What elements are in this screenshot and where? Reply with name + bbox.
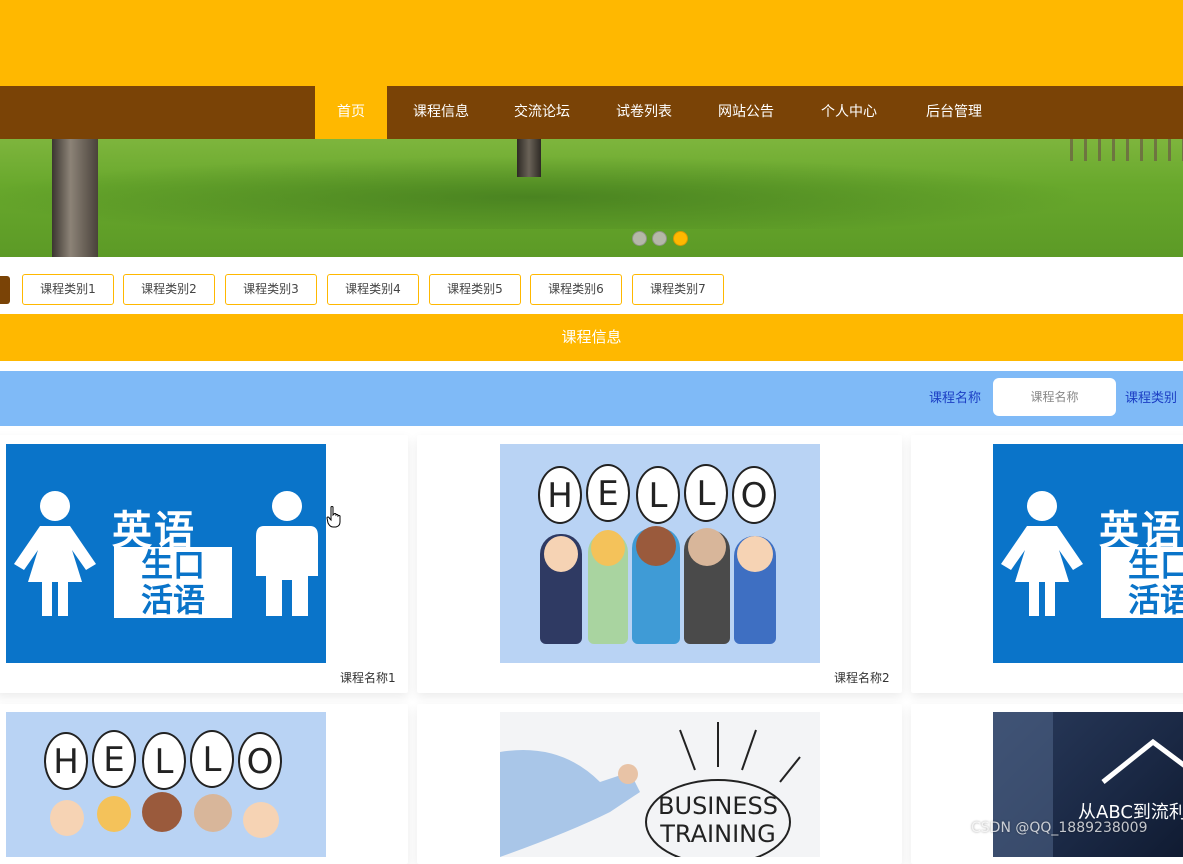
section-title: 课程信息 [0,314,1183,361]
training-text: TRAINING [659,820,775,848]
course-image-hello[interactable]: H E L L O [6,712,326,857]
course-title[interactable]: 课程名称2 [834,669,890,686]
course-card[interactable]: BUSINESS TRAINING [417,704,902,864]
course-card[interactable]: 从ABC到流利 [911,704,1183,864]
course-card[interactable]: 英语 生口 活语 [911,435,1183,693]
search-name-label: 课程名称 [929,391,982,406]
poster-text: 活语 [1101,582,1183,618]
hand-cursor-icon [326,506,341,528]
search-name-input[interactable] [993,378,1116,416]
nav-item-exams[interactable]: 试卷列表 [603,86,685,139]
kid-face [688,528,726,566]
course-card[interactable]: H E L L O [0,704,408,864]
watermark: CSDN @QQ_1889238009 [971,820,1148,836]
business-text: BUSINESS [658,792,778,820]
category-button[interactable]: 课程类别4 [327,274,419,305]
course-image-english[interactable]: 英语 生口 活语 [993,444,1183,663]
search-bar: 课程名称 课程类别 [0,371,1183,426]
category-all-button[interactable] [0,276,10,304]
woman-icon [14,491,96,616]
kid-face [544,536,578,572]
search-category-label: 课程类别 [1125,391,1178,406]
woman-icon [1001,491,1083,616]
nav-item-forum[interactable]: 交流论坛 [501,86,583,139]
kid-face [142,792,182,832]
banner-tree-trunk [517,139,541,177]
hello-letter: H [538,466,582,524]
hello-letter: E [92,730,136,788]
kid-face [97,796,131,832]
hello-letter: E [586,464,630,522]
kid-face [243,802,279,838]
kid-face [591,530,625,566]
category-button[interactable]: 课程类别2 [123,274,215,305]
category-button[interactable]: 课程类别5 [429,274,521,305]
poster-text: 活语 [114,582,232,618]
course-image-hello[interactable]: H E L L O [500,444,820,663]
poster-text: 生口 [114,547,232,583]
hello-letter: O [238,732,282,790]
hello-letter: L [684,464,728,522]
business-training-illustration: BUSINESS TRAINING [500,722,801,857]
hello-letter: L [190,730,234,788]
category-button[interactable]: 课程类别3 [225,274,317,305]
poster-text: 生口 [1101,547,1183,583]
hello-letter: L [636,466,680,524]
header-band [0,0,1183,86]
category-button[interactable]: 课程类别7 [632,274,724,305]
nav-item-courses[interactable]: 课程信息 [400,86,482,139]
banner-carousel [0,139,1183,257]
category-button[interactable]: 课程类别6 [530,274,622,305]
nav-item-admin[interactable]: 后台管理 [913,86,995,139]
nav-item-profile[interactable]: 个人中心 [808,86,890,139]
main-nav: 首页 课程信息 交流论坛 试卷列表 网站公告 个人中心 后台管理 [0,86,1183,139]
nav-item-home[interactable]: 首页 [315,86,387,139]
hello-letter: O [732,466,776,524]
kid-face [50,800,84,836]
kid-face [737,536,773,572]
category-button[interactable]: 课程类别1 [22,274,114,305]
carousel-dot-1[interactable] [632,231,647,246]
hello-letter: H [44,732,88,790]
course-image-business[interactable]: BUSINESS TRAINING [500,712,820,857]
banner-grass [0,149,1183,229]
hello-letter: L [142,732,186,790]
man-icon [256,491,318,616]
kid-face [636,526,676,566]
course-title[interactable]: 课程名称1 [340,669,396,686]
nav-item-notices[interactable]: 网站公告 [705,86,787,139]
carousel-dot-3[interactable] [673,231,688,246]
banner-fence [1070,139,1183,161]
banner-tree-trunk [52,139,98,257]
course-card[interactable]: 英语 生口 活语 课程名称1 [0,435,408,693]
course-image-english[interactable]: 英语 生口 活语 [6,444,326,663]
course-card[interactable]: H E L L O 课程名称2 [417,435,902,693]
kid-face [194,794,232,832]
carousel-dot-2[interactable] [652,231,667,246]
